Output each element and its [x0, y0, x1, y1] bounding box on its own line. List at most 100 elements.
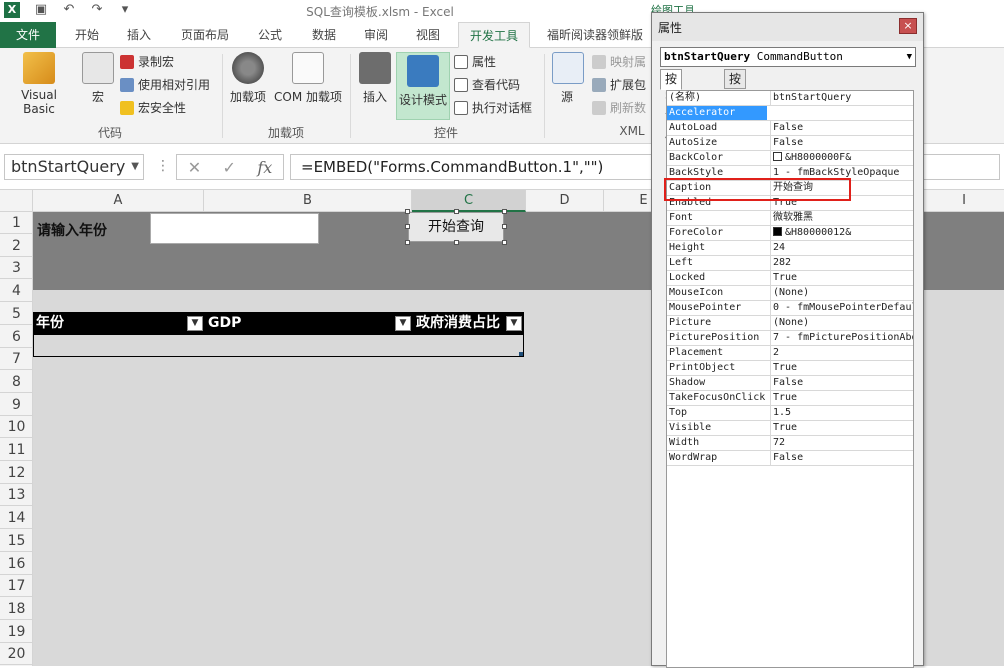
property-row[interactable]: Width 72	[667, 436, 913, 451]
property-row[interactable]: Shadow False	[667, 376, 913, 391]
xml-source-button[interactable]: 源	[552, 52, 584, 105]
row-header[interactable]: 1	[0, 212, 33, 234]
tab-foxit[interactable]: 福昕阅读器领鲜版	[540, 22, 650, 48]
property-value[interactable]: 微软雅黑	[770, 211, 913, 225]
relative-ref-button[interactable]: 使用相对引用	[120, 75, 210, 95]
row-header[interactable]: 17	[0, 575, 33, 598]
enter-icon[interactable]: ✓	[223, 158, 236, 177]
visual-basic-button[interactable]: Visual Basic	[4, 52, 74, 116]
row-header[interactable]: 9	[0, 394, 33, 416]
row-header[interactable]: 6	[0, 326, 33, 348]
resize-handle[interactable]	[454, 209, 459, 214]
map-properties-button[interactable]: 映射属	[592, 52, 646, 72]
row-header[interactable]: 8	[0, 371, 33, 393]
property-row[interactable]: Height 24	[667, 241, 913, 256]
view-code-button[interactable]: 查看代码	[454, 75, 520, 95]
tab-file[interactable]: 文件	[0, 22, 56, 48]
row-header[interactable]: 3	[0, 257, 33, 280]
select-all-corner[interactable]	[0, 190, 33, 212]
property-row[interactable]: AutoSize False	[667, 136, 913, 151]
resize-handle[interactable]	[502, 240, 507, 245]
property-row[interactable]: PrintObject True	[667, 361, 913, 376]
row-header[interactable]: 13	[0, 484, 33, 507]
property-value[interactable]: &H8000000F&	[770, 151, 913, 165]
resize-handle[interactable]	[405, 240, 410, 245]
macro-security-button[interactable]: 宏安全性	[120, 98, 186, 118]
property-value[interactable]: 24	[770, 241, 913, 255]
property-row[interactable]: BackColor &H8000000F&	[667, 151, 913, 166]
column-header-a[interactable]: A	[33, 190, 204, 212]
property-row[interactable]: MouseIcon (None)	[667, 286, 913, 301]
column-header-b[interactable]: B	[204, 190, 412, 212]
property-row[interactable]: Locked True	[667, 271, 913, 286]
year-input[interactable]	[150, 213, 319, 244]
property-value[interactable]: (None)	[770, 286, 913, 300]
insert-control-button[interactable]: 插入	[358, 52, 392, 105]
properties-button[interactable]: 属性	[454, 52, 496, 72]
com-addins-button[interactable]: COM 加载项	[270, 52, 346, 105]
resize-handle[interactable]	[502, 224, 507, 229]
property-row[interactable]: PicturePosition 7 - fmPicturePositionAbov…	[667, 331, 913, 346]
record-macro-button[interactable]: 录制宏	[120, 52, 174, 72]
property-value[interactable]: True	[770, 271, 913, 285]
property-value[interactable]: 2	[770, 346, 913, 360]
property-row[interactable]: WordWrap False	[667, 451, 913, 466]
row-header[interactable]: 14	[0, 507, 33, 530]
tab-home[interactable]: 开始	[64, 22, 110, 48]
property-value[interactable]: &H80000012&	[770, 226, 913, 240]
property-value[interactable]: 72	[770, 436, 913, 450]
property-value[interactable]: btnStartQuery	[770, 91, 913, 105]
chevron-down-icon[interactable]: ▼	[907, 48, 912, 66]
filter-dropdown-icon[interactable]: ▼	[187, 316, 203, 331]
property-row[interactable]: Left 282	[667, 256, 913, 271]
property-value[interactable]: False	[770, 376, 913, 390]
tab-review[interactable]: 审阅	[354, 22, 398, 48]
property-row[interactable]: Accelerator	[667, 106, 913, 121]
tab-page-layout[interactable]: 页面布局	[172, 22, 238, 48]
property-value[interactable]: True	[770, 421, 913, 435]
row-header[interactable]: 16	[0, 553, 33, 575]
property-row[interactable]: Font 微软雅黑	[667, 211, 913, 226]
start-query-button[interactable]: 开始查询	[408, 212, 504, 242]
insert-function-icon[interactable]: fx	[257, 158, 272, 177]
design-mode-button[interactable]: 设计模式	[396, 52, 450, 120]
row-header[interactable]: 5	[0, 303, 33, 325]
macros-button[interactable]: 宏	[80, 52, 116, 105]
property-value[interactable]: (None)	[770, 316, 913, 330]
resize-handle[interactable]	[454, 240, 459, 245]
property-value[interactable]: False	[770, 136, 913, 150]
row-header[interactable]: 20	[0, 643, 33, 666]
name-box[interactable]: btnStartQuery ▼	[4, 154, 144, 180]
tab-view[interactable]: 视图	[406, 22, 450, 48]
property-row[interactable]: (名称) btnStartQuery	[667, 91, 913, 106]
row-header[interactable]: 12	[0, 462, 33, 484]
expansion-pack-button[interactable]: 扩展包	[592, 75, 646, 95]
column-header-i[interactable]: I	[924, 190, 1004, 212]
resize-handle[interactable]	[405, 224, 410, 229]
object-selector[interactable]: btnStartQuery CommandButton ▼	[660, 47, 916, 67]
row-header[interactable]: 11	[0, 439, 33, 461]
row-header[interactable]: 2	[0, 235, 33, 257]
property-row[interactable]: Placement 2	[667, 346, 913, 361]
close-button[interactable]: ×	[899, 18, 917, 34]
property-row[interactable]: Top 1.5	[667, 406, 913, 421]
tab-alphabetic[interactable]: 按字母序	[660, 69, 683, 140]
property-row[interactable]: Picture (None)	[667, 316, 913, 331]
resize-handle[interactable]	[405, 209, 410, 214]
chevron-down-icon[interactable]: ▼	[131, 155, 139, 179]
property-value[interactable]: True	[770, 391, 913, 405]
tab-insert[interactable]: 插入	[116, 22, 162, 48]
resize-handle[interactable]	[502, 209, 507, 214]
property-row[interactable]: Visible True	[667, 421, 913, 436]
tab-formulas[interactable]: 公式	[248, 22, 292, 48]
row-header[interactable]: 15	[0, 530, 33, 552]
row-header[interactable]: 18	[0, 598, 33, 620]
table-resize-handle[interactable]	[519, 352, 523, 356]
property-value[interactable]: True	[770, 361, 913, 375]
property-value[interactable]: False	[770, 451, 913, 465]
property-value[interactable]: 0 - fmMousePointerDefault	[770, 301, 913, 315]
row-header[interactable]: 7	[0, 348, 33, 371]
property-row[interactable]: AutoLoad False	[667, 121, 913, 136]
tab-categorized[interactable]: 按分类序	[724, 69, 747, 140]
addins-button[interactable]: 加载项	[228, 52, 268, 105]
